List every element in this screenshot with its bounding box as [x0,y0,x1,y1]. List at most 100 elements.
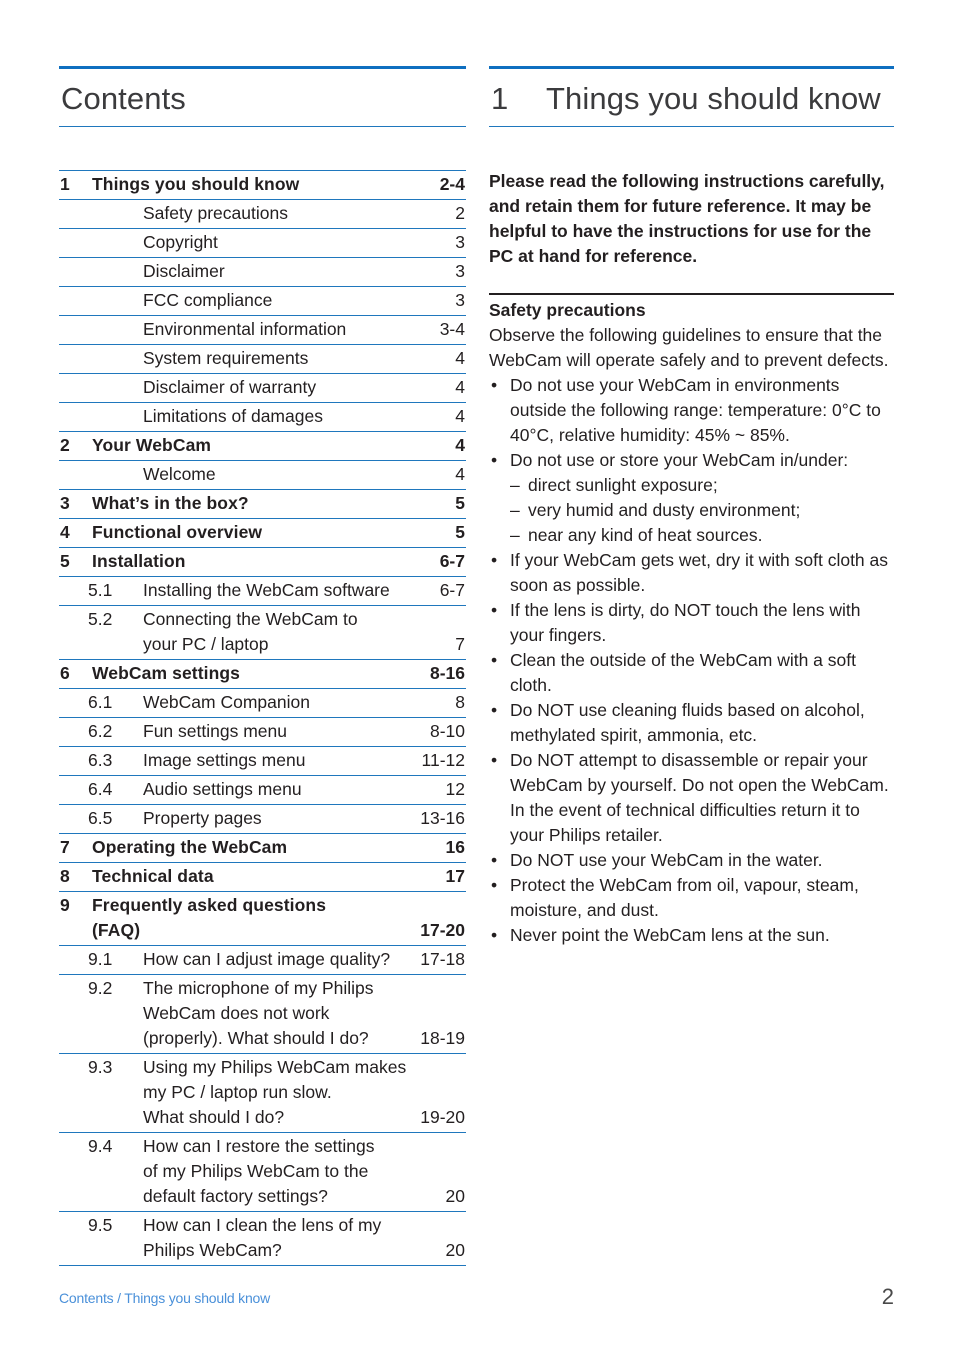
safety-bullet-text: Do not use or store your WebCam in/under… [510,450,849,470]
toc-entry[interactable]: Limitations of damages 4 [59,403,466,432]
footer-breadcrumb: Contents / Things you should know [59,1290,271,1306]
toc-entry[interactable]: 6.3 Image settings menu 11-12 [59,747,466,776]
safety-sub-bullet-text: very humid and dusty environment; [528,500,801,520]
toc-entry[interactable]: Environmental information 3-4 [59,316,466,345]
toc-entry[interactable]: 6.2 Fun settings menu 8-10 [59,718,466,747]
toc-entry-line: 3 What’s in the box? 5 [59,491,466,516]
toc-entry-title: Operating the WebCam [92,837,288,857]
toc-entry-page-number: 8-16 [429,663,465,683]
toc-entry[interactable]: Disclaimer 3 [59,258,466,287]
toc-entry[interactable]: 8 Technical data 17 [59,863,466,892]
toc-entry-page-number: 4 [455,348,465,368]
toc-entry-page-number: 11-12 [421,750,465,770]
safety-precautions-intro: Observe the following guidelines to ensu… [489,325,889,370]
table-of-contents: 1 Things you should know 2-4 Safety precaut… [59,170,466,1266]
toc-entry-page-number: 8-10 [429,721,465,741]
toc-entry[interactable]: 6.1 WebCam Companion 8 [59,689,466,718]
toc-entry-number: 6.4 [88,779,113,799]
toc-entry-line: 6 WebCam settings 8-16 [59,661,466,686]
toc-entry[interactable]: 9.5 How can I clean the lens of my Philips… [59,1212,466,1266]
toc-entry[interactable]: 4 Functional overview 5 [59,519,466,548]
toc-entry-page-number: 3-4 [439,319,465,339]
toc-entry[interactable]: 9 Frequently asked questions (FAQ) 17-20 [59,892,466,946]
toc-entry-line: WebCam does not work [59,1001,466,1026]
toc-entry-number: 6.1 [88,692,113,712]
safety-bullet-text: Never point the WebCam lens at the sun. [510,925,830,945]
toc-entry[interactable]: 5.2 Connecting the WebCam to your PC / lap… [59,606,466,660]
toc-entry[interactable]: 9.3 Using my Philips WebCam makes my PC / … [59,1054,466,1133]
toc-entry-page-number: 8 [455,692,465,712]
toc-entry-title: Property pages [143,808,262,828]
bullet-dot-icon: • [491,925,498,945]
toc-entry[interactable]: Welcome 4 [59,461,466,490]
manual-page: Contents 1 Things you should know 2-4 Safet… [0,0,954,1350]
toc-entry[interactable]: 9.2 The microphone of my Philips WebCam do… [59,975,466,1054]
toc-entry-page-number: 16 [445,837,465,857]
safety-bullet-list: • Do not use your WebCam in environments … [489,373,894,948]
toc-entry-page-number: 20 [445,1186,465,1206]
safety-sub-bullet-text: direct sunlight exposure; [528,475,718,495]
toc-entry-title: What’s in the box? [92,493,249,513]
toc-entry-line: Philips WebCam? 20 [59,1238,466,1263]
toc-entry-line: (FAQ) 17-20 [59,918,466,943]
bullet-dot-icon: • [491,375,498,395]
toc-entry[interactable]: 9.4 How can I restore the settings of my P… [59,1133,466,1212]
toc-entry[interactable]: 1 Things you should know 2-4 [59,170,466,200]
toc-entry-page-number: 4 [455,377,465,397]
safety-bullet-text: Do NOT use cleaning fluids based on alco… [510,700,865,745]
toc-entry-line: 9.2 The microphone of my Philips [59,976,466,1001]
safety-sub-bullet-item: – very humid and dusty environment; [510,498,894,523]
chapter-heading: 1 Things you should know [489,69,894,126]
toc-entry-number: 8 [60,866,70,886]
contents-heading: Contents [61,81,186,116]
toc-entry-title: Connecting the WebCam to [143,609,358,629]
toc-entry[interactable]: 6 WebCam settings 8-16 [59,660,466,689]
toc-entry-line: 6.3 Image settings menu 11-12 [59,748,466,773]
toc-entry-number: 6 [60,663,70,683]
toc-entry-page-number: 5 [455,493,465,513]
chapter-intro-paragraph: Please read the following instructions c… [489,171,885,266]
toc-entry-title: Philips WebCam? [143,1240,282,1260]
toc-entry-title: of my Philips WebCam to the [143,1161,369,1181]
toc-entry-line: your PC / laptop 7 [59,632,466,657]
toc-entry-title: The microphone of my Philips [143,978,374,998]
safety-bullet-text: Do NOT use your WebCam in the water. [510,850,823,870]
toc-entry-number: 9.3 [88,1057,113,1077]
toc-entry-page-number: 3 [455,261,465,281]
safety-bullet-text: Do NOT attempt to disassemble or repair … [510,750,889,845]
toc-entry[interactable]: 5.1 Installing the WebCam software 6-7 [59,577,466,606]
toc-entry[interactable]: 5 Installation 6-7 [59,548,466,577]
bullet-dot-icon: • [491,750,498,770]
toc-entry[interactable]: Disclaimer of warranty 4 [59,374,466,403]
toc-entry-line: FCC compliance 3 [59,288,466,313]
safety-sub-bullet-item: – near any kind of heat sources. [510,523,894,548]
toc-entry[interactable]: 7 Operating the WebCam 16 [59,834,466,863]
toc-entry[interactable]: Copyright 3 [59,229,466,258]
toc-entry-title: WebCam does not work [143,1003,330,1023]
toc-entry[interactable]: System requirements 4 [59,345,466,374]
bullet-dot-icon: • [491,450,498,470]
toc-entry-line: 5.2 Connecting the WebCam to [59,607,466,632]
toc-entry[interactable]: FCC compliance 3 [59,287,466,316]
toc-entry[interactable]: 2 Your WebCam 4 [59,432,466,461]
toc-entry-line: Limitations of damages 4 [59,404,466,429]
safety-bullet-text: Protect the WebCam from oil, vapour, ste… [510,875,859,920]
toc-entry-number: 6.5 [88,808,113,828]
toc-entry-title: Image settings menu [143,750,306,770]
toc-entry[interactable]: 9.1 How can I adjust image quality? 17-18 [59,946,466,975]
toc-entry-number: 9.2 [88,978,113,998]
toc-entry-line: 9.1 How can I adjust image quality? 17-18 [59,947,466,972]
toc-entry-line: of my Philips WebCam to the [59,1159,466,1184]
toc-entry-title: default factory settings? [143,1186,328,1206]
toc-entry-line: Welcome 4 [59,462,466,487]
page-footer: Contents / Things you should know 2 [59,1284,894,1310]
toc-entry[interactable]: Safety precautions 2 [59,200,466,229]
safety-bullet-text: If the lens is dirty, do NOT touch the l… [510,600,861,645]
toc-entry[interactable]: 3 What’s in the box? 5 [59,490,466,519]
safety-bullet-item: • Protect the WebCam from oil, vapour, st… [489,873,894,923]
toc-entry-title: Technical data [92,866,214,886]
safety-bullet-item: • Do NOT use your WebCam in the water. [489,848,894,873]
toc-entry[interactable]: 6.4 Audio settings menu 12 [59,776,466,805]
toc-entry[interactable]: 6.5 Property pages 13-16 [59,805,466,834]
bullet-dot-icon: • [491,600,498,620]
